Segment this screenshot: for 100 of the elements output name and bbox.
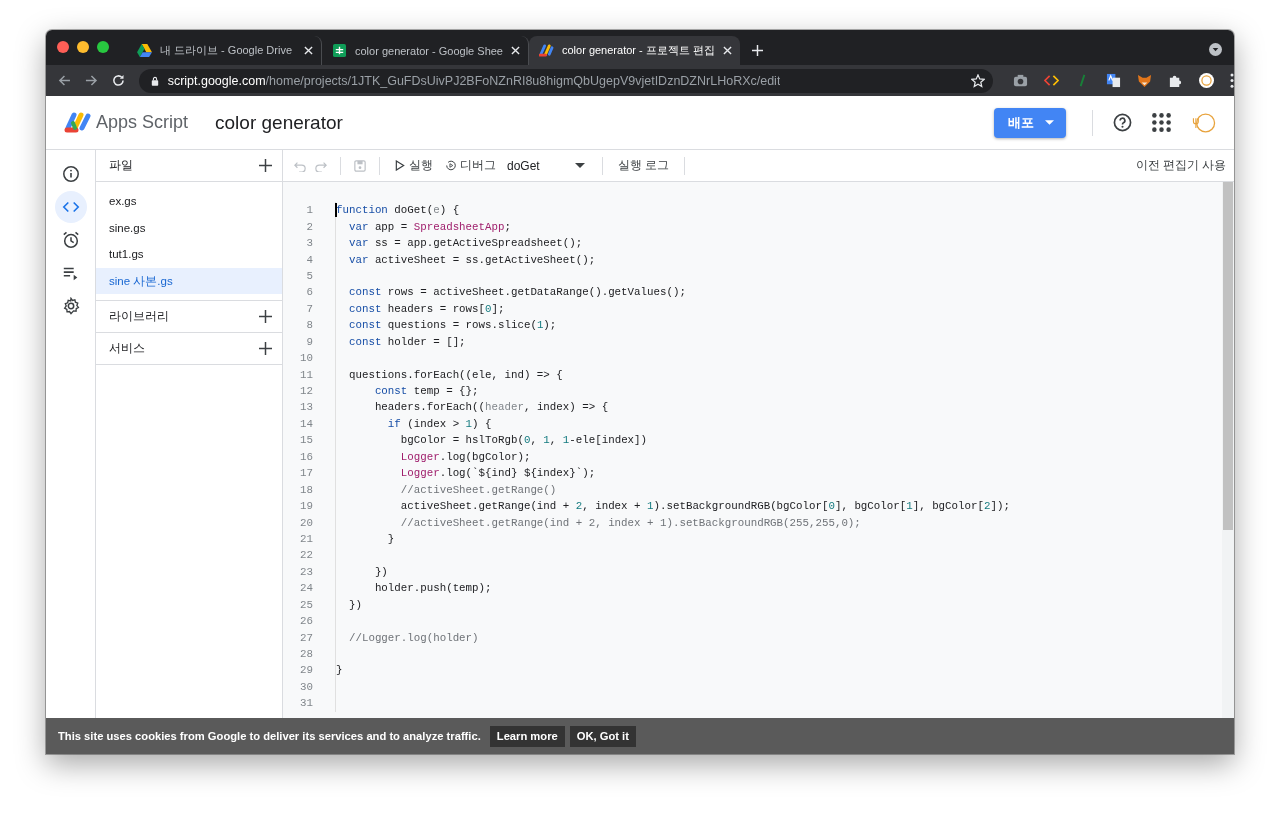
scrollbar-thumb[interactable] bbox=[1223, 182, 1233, 530]
close-icon[interactable] bbox=[304, 46, 313, 55]
more-menu-icon[interactable] bbox=[1230, 73, 1234, 88]
fox-icon[interactable] bbox=[1137, 73, 1152, 88]
code-line: } bbox=[386, 532, 395, 545]
add-icon[interactable] bbox=[259, 342, 272, 355]
new-tab-icon[interactable] bbox=[751, 45, 763, 56]
project-title[interactable]: color generator bbox=[215, 111, 343, 134]
line-number: 25 bbox=[299, 598, 313, 611]
line-number: 9 bbox=[305, 335, 313, 348]
line-number: 12 bbox=[299, 385, 313, 398]
code-line: const headers = rows[0]; bbox=[347, 302, 505, 315]
apps-grid-icon[interactable] bbox=[1152, 113, 1171, 132]
line-number: 5 bbox=[305, 269, 313, 282]
line-number: 1 bbox=[305, 204, 313, 217]
line-number: 17 bbox=[299, 467, 313, 480]
code-line: activeSheet.getRange(ind + 2, index + 1).setBackgroundRGB(bgColor[0], bgColor[1], bgColor[2]); bbox=[399, 500, 1010, 513]
code-line: var activeSheet = ss.getActiveSheet(); bbox=[347, 253, 596, 266]
scrollbar[interactable] bbox=[1222, 182, 1234, 718]
browser-tab[interactable]: color generator - 프로젝트 편집 bbox=[529, 36, 740, 65]
code-line: //activeSheet.getRange(ind + 2, index + 1).setBackgroundRGB(255,255,0); bbox=[399, 516, 861, 529]
caret-icon bbox=[575, 163, 585, 168]
line-number: 15 bbox=[299, 434, 313, 447]
extensions-icon[interactable] bbox=[1168, 73, 1183, 88]
help-icon[interactable] bbox=[1113, 113, 1132, 132]
line-number: 29 bbox=[299, 664, 313, 677]
code-line: const questions = rows.slice(1); bbox=[347, 319, 557, 332]
line-number: 20 bbox=[299, 516, 313, 529]
minimize-window-icon[interactable] bbox=[77, 41, 89, 53]
cookie-button[interactable]: Learn more bbox=[489, 725, 565, 747]
deploy-button[interactable]: 배포 bbox=[994, 107, 1066, 138]
file-item[interactable]: ex.gs bbox=[96, 188, 282, 215]
add-icon[interactable] bbox=[259, 310, 272, 323]
line-number: 21 bbox=[299, 532, 313, 545]
caret-icon bbox=[1045, 120, 1054, 125]
code-line: //Logger.log(holder) bbox=[347, 631, 479, 644]
reload-icon[interactable] bbox=[111, 74, 125, 87]
translate-icon[interactable] bbox=[1106, 73, 1121, 88]
file-item[interactable]: sine.gs bbox=[96, 214, 282, 241]
code-line: const holder = []; bbox=[347, 335, 466, 348]
line-number: 7 bbox=[305, 302, 313, 315]
line-number: 2 bbox=[305, 220, 313, 233]
code-line: headers.forEach((header, index) => { bbox=[373, 401, 609, 414]
code-line: if (index > 1) { bbox=[386, 417, 492, 430]
section-title: 서비스 bbox=[109, 340, 145, 357]
line-number: 24 bbox=[299, 582, 313, 595]
back-icon[interactable] bbox=[58, 74, 71, 87]
forward-icon[interactable] bbox=[84, 74, 98, 87]
code-line: Logger.log(bgColor); bbox=[399, 450, 531, 463]
avatar-icon[interactable] bbox=[1199, 73, 1214, 88]
execution-log-button[interactable]: 실행 로그 bbox=[616, 158, 672, 173]
line-number: 11 bbox=[299, 368, 313, 381]
lock-icon bbox=[150, 75, 159, 86]
section-title: 라이브러리 bbox=[109, 308, 169, 325]
line-number: 30 bbox=[299, 680, 313, 693]
code-line: }) bbox=[347, 598, 362, 611]
file-item[interactable]: sine 사본.gs bbox=[96, 267, 282, 294]
section-title: 파일 bbox=[109, 157, 133, 174]
line-number: 31 bbox=[299, 697, 313, 710]
line-number: 8 bbox=[305, 319, 313, 332]
line-number: 23 bbox=[299, 565, 313, 578]
line-number: 18 bbox=[299, 483, 313, 496]
apps-script-logo-icon bbox=[64, 110, 92, 135]
close-icon[interactable] bbox=[722, 46, 732, 55]
code-line: const temp = {}; bbox=[373, 385, 479, 398]
file-item[interactable]: tut1.gs bbox=[96, 241, 282, 268]
address-field[interactable]: script.google.com/home/projects/1JTK_GuFDsUivPJ2BFoNZnRI8u8higmQbUgepV9vjetIDznDZNrLHoRXc/edit bbox=[138, 68, 993, 93]
line-number: 28 bbox=[299, 648, 313, 661]
text-cursor bbox=[335, 203, 337, 217]
code-line: //activeSheet.getRange() bbox=[399, 483, 557, 496]
code-line: } bbox=[336, 664, 343, 677]
legacy-editor-link[interactable]: 이전 편집기 사용 bbox=[1133, 158, 1228, 173]
camera-icon[interactable] bbox=[1013, 73, 1028, 88]
tab-search-icon[interactable] bbox=[1209, 43, 1222, 56]
cookie-notice-text: This site uses cookies from Google to deliver its services and to analyze traffic. bbox=[58, 730, 481, 742]
code-line: bgColor = hslToRgb(0, 1, 1-ele[index]) bbox=[399, 434, 648, 447]
debug-icon bbox=[446, 160, 456, 171]
close-icon[interactable] bbox=[511, 46, 520, 55]
code-brackets-icon[interactable] bbox=[1044, 73, 1059, 88]
code-line: var ss = app.getActiveSpreadsheet(); bbox=[347, 237, 583, 250]
bookmark-star-icon[interactable] bbox=[971, 73, 985, 88]
cookie-button[interactable]: OK, Got it bbox=[569, 725, 636, 747]
line-number: 6 bbox=[305, 286, 313, 299]
code-line: Logger.log(`${ind} ${index}`); bbox=[399, 467, 596, 480]
sheets-icon bbox=[332, 44, 347, 57]
debug-button[interactable]: 디버그 bbox=[444, 158, 498, 173]
close-window-icon[interactable] bbox=[57, 41, 69, 53]
product-name: Apps Script bbox=[96, 112, 189, 133]
line-number: 13 bbox=[299, 401, 313, 414]
code-line: var app = SpreadsheetApp; bbox=[347, 220, 511, 233]
run-button[interactable]: 실행 bbox=[393, 158, 435, 173]
line-number: 19 bbox=[299, 500, 313, 513]
line-number: 4 bbox=[305, 253, 313, 266]
function-select[interactable]: doGet bbox=[507, 158, 589, 173]
drive-icon bbox=[137, 44, 152, 57]
maximize-window-icon[interactable] bbox=[97, 41, 109, 53]
code-line: }) bbox=[373, 565, 388, 578]
code-line: function doGet(e) { bbox=[336, 204, 460, 217]
add-icon[interactable] bbox=[259, 159, 272, 172]
line-number: 10 bbox=[299, 352, 313, 365]
